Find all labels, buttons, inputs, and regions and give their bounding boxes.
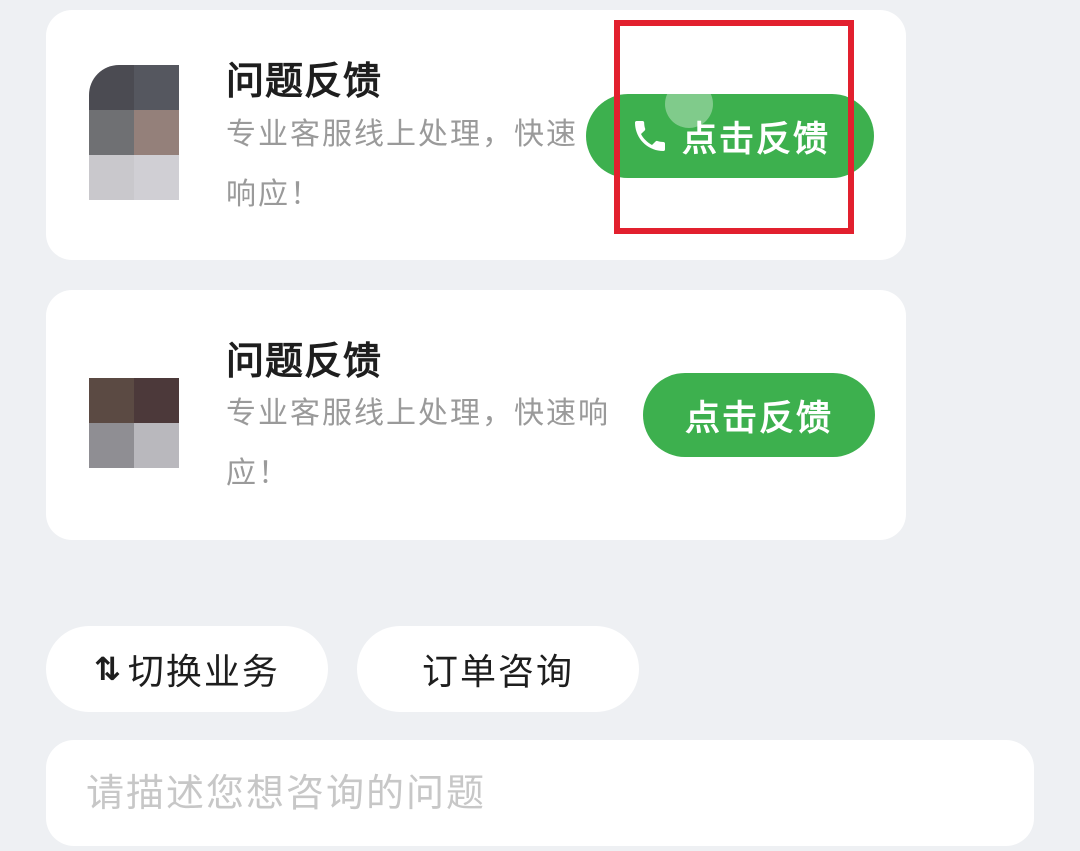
message-input[interactable] — [84, 770, 988, 816]
highlight-box — [614, 20, 854, 234]
switch-business-label: 切换业务 — [127, 652, 280, 693]
card-title: 问题反馈 — [226, 339, 383, 383]
switch-business-button[interactable]: ⇅ 切换业务 — [46, 626, 328, 712]
order-inquiry-button[interactable]: 订单咨询 — [357, 626, 639, 712]
service-card-2: 问题反馈 专业客服线上处理，快速响应！ 点击反馈 — [46, 290, 906, 540]
feedback-button[interactable]: 点击反馈 — [643, 373, 875, 457]
card-description: 专业客服线上处理，快速响应！ — [226, 396, 610, 491]
feedback-button-label: 点击反馈 — [684, 398, 833, 439]
message-input-bar — [46, 740, 1034, 846]
card-title: 问题反馈 — [226, 59, 383, 103]
order-inquiry-label: 订单咨询 — [421, 652, 574, 693]
avatar — [89, 65, 179, 200]
card-description: 专业客服线上处理，快速响应！ — [226, 117, 578, 212]
switch-icon: ⇅ — [94, 650, 121, 688]
avatar — [89, 378, 179, 468]
